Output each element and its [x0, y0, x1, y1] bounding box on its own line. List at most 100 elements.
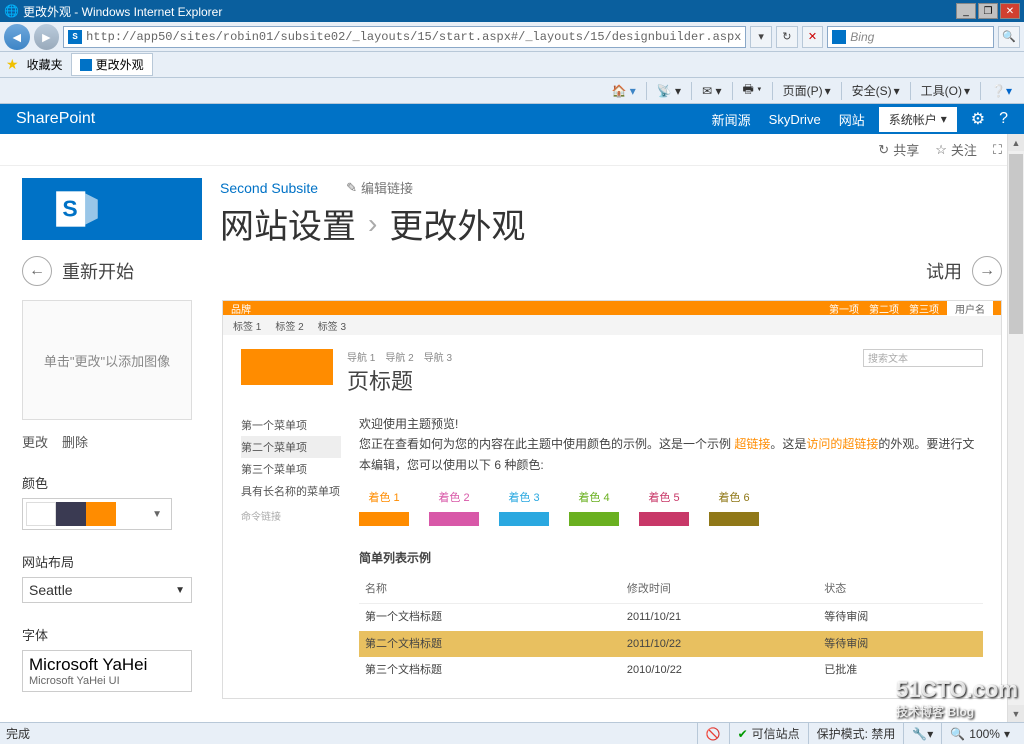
home-button[interactable]: 🏠 ▾ [605, 82, 641, 100]
feeds-button[interactable]: 📡 ▾ [651, 82, 687, 100]
status-protected: 保护模式: 禁用 [808, 723, 904, 744]
sharepoint-brand[interactable]: SharePoint [16, 110, 95, 128]
image-delete-link[interactable]: 删除 [62, 432, 88, 451]
preview-topbar: 品牌 第一项 第二项 第三项 用户名 [223, 301, 1001, 315]
restart-back-button[interactable]: ← [22, 256, 52, 286]
gear-icon[interactable]: ⚙ [971, 109, 985, 129]
sharepoint-ribbon: SharePoint 新闻源 SkyDrive 网站 系统帐户 ▾ ⚙ ? [0, 104, 1024, 134]
background-image-picker[interactable]: 单击"更改"以添加图像 [22, 300, 192, 420]
browser-tab[interactable]: 更改外观 [71, 53, 153, 76]
url-field[interactable]: S http://app50/sites/robin01/subsite02/_… [63, 26, 746, 48]
table-row: 第三个文档标题2010/10/22已批准 [359, 657, 983, 684]
table-row: 第二个文档标题2011/10/22等待审阅 [359, 631, 983, 658]
image-change-link[interactable]: 更改 [22, 432, 48, 451]
sharepoint-logo-icon: S [52, 183, 104, 235]
tools-menu[interactable]: 工具(O) ▾ [915, 80, 976, 101]
vertical-scrollbar[interactable]: ▲ ▼ [1007, 134, 1024, 722]
help-button[interactable]: ❔▾ [985, 82, 1018, 100]
status-done: 完成 [6, 725, 30, 742]
ie-favorites-bar: ★ 收藏夹 更改外观 [0, 52, 1024, 78]
color-palette-picker[interactable]: ▼ [22, 498, 172, 530]
nav-skydrive[interactable]: SkyDrive [769, 112, 821, 127]
favorites-star-icon[interactable]: ★ [6, 56, 19, 73]
svg-text:S: S [62, 195, 77, 221]
tryit-label[interactable]: 试用 [926, 258, 962, 284]
preview-content: 欢迎使用主题预览! 您正在查看如何为您的内容在此主题中使用颜色的示例。这是一个示… [359, 414, 983, 684]
minimize-button[interactable]: _ [956, 3, 976, 19]
tab-favicon-icon [80, 59, 92, 71]
tryit-forward-button[interactable]: → [972, 256, 1002, 286]
preview-swatch: 着色 1 [359, 489, 409, 526]
preview-swatch: 着色 2 [429, 489, 479, 526]
layout-select[interactable]: Seattle▼ [22, 577, 192, 603]
preview-tabs: 标签 1 标签 2 标签 3 [223, 315, 1001, 335]
mail-button[interactable]: ✉ ▾ [696, 82, 727, 100]
chevron-right-icon: › [368, 208, 377, 240]
font-label: 字体 [22, 625, 202, 644]
preview-swatch: 着色 4 [569, 489, 619, 526]
design-options-panel: 单击"更改"以添加图像 更改 删除 颜色 ▼ 网站布局 Seattle▼ 字体 … [22, 300, 202, 699]
nav-newsfeed[interactable]: 新闻源 [712, 110, 751, 129]
account-menu[interactable]: 系统帐户 ▾ [879, 107, 957, 132]
sharepoint-favicon-icon: S [68, 30, 82, 44]
edit-links[interactable]: ✎编辑链接 [346, 178, 413, 197]
font-select[interactable]: Microsoft YaHei Microsoft YaHei UI [22, 650, 192, 692]
search-button[interactable]: 🔍 [998, 26, 1020, 48]
chevron-down-icon: ▼ [175, 585, 185, 596]
preview-swatch: 着色 5 [639, 489, 689, 526]
preview-page-title: 页标题 [347, 364, 452, 396]
page-menu[interactable]: 页面(P) ▾ [777, 80, 837, 101]
preview-swatch: 着色 6 [709, 489, 759, 526]
theme-preview-pane: 品牌 第一项 第二项 第三项 用户名 标签 1 标签 2 标签 3 导航 1导航… [222, 300, 1002, 699]
status-popup[interactable]: 🚫 [697, 723, 729, 744]
ie-status-bar: 完成 🚫 ✔可信站点 保护模式: 禁用 🔧▾ 🔍100% ▾ [0, 722, 1024, 744]
help-icon[interactable]: ? [999, 110, 1008, 128]
preview-breadcrumb: 导航 1导航 2导航 3 [347, 349, 452, 364]
table-row: 第一个文档标题2011/10/21等待审阅 [359, 603, 983, 630]
back-button[interactable]: ◄ [4, 24, 30, 50]
ie-command-bar: 🏠 ▾ 📡 ▾ ✉ ▾ 🖶 ▾ 页面(P) ▾ 安全(S) ▾ 工具(O) ▾ … [0, 78, 1024, 104]
restart-label[interactable]: 重新开始 [62, 258, 134, 284]
forward-button[interactable]: ► [34, 24, 60, 50]
site-logo[interactable]: S [22, 178, 202, 240]
chevron-down-icon: ▼ [116, 509, 168, 520]
ie-address-bar: ◄ ► S http://app50/sites/robin01/subsite… [0, 22, 1024, 52]
site-logo-area: S [22, 178, 202, 248]
status-compat[interactable]: 🔧▾ [903, 723, 941, 744]
status-zoom[interactable]: 🔍100% ▾ [941, 723, 1018, 744]
breadcrumb-subsite[interactable]: Second Subsite [220, 180, 318, 196]
design-builder-main: 单击"更改"以添加图像 更改 删除 颜色 ▼ 网站布局 Seattle▼ 字体 … [0, 300, 1024, 699]
layout-label: 网站布局 [22, 552, 202, 571]
preview-swatch: 着色 3 [499, 489, 549, 526]
scroll-up-icon[interactable]: ▲ [1008, 134, 1024, 151]
share-button[interactable]: ↻共享 [878, 140, 919, 159]
page-title: 网站设置 › 更改外观 [220, 199, 1006, 248]
preview-logo [241, 349, 333, 385]
print-button[interactable]: 🖶 ▾ [737, 78, 768, 103]
stop-button[interactable]: ✕ [802, 26, 824, 48]
fullscreen-button[interactable]: ⛶ [993, 142, 1002, 158]
share-icon: ↻ [878, 142, 889, 158]
wizard-nav: ← 重新开始 试用 → [0, 248, 1024, 300]
status-trusted[interactable]: ✔可信站点 [729, 723, 808, 744]
color-swatch-3 [86, 502, 116, 526]
bing-icon [832, 30, 846, 44]
page-actions: ↻共享 ☆关注 ⛶ [0, 134, 1024, 166]
scrollbar-thumb[interactable] [1009, 154, 1023, 334]
nav-sites[interactable]: 网站 [839, 110, 865, 129]
color-label: 颜色 [22, 473, 202, 492]
ie-favicon: 🌐 [4, 4, 19, 18]
favorites-label[interactable]: 收藏夹 [27, 56, 63, 73]
follow-button[interactable]: ☆关注 [935, 140, 977, 159]
url-dropdown[interactable]: ▾ [750, 26, 772, 48]
scroll-down-icon[interactable]: ▼ [1008, 705, 1024, 722]
window-title: 更改外观 - Windows Internet Explorer [23, 3, 222, 20]
maximize-button[interactable]: ❐ [978, 3, 998, 19]
refresh-button[interactable]: ↻ [776, 26, 798, 48]
safety-menu[interactable]: 安全(S) ▾ [846, 80, 906, 101]
preview-leftnav: 第一个菜单项 第二个菜单项 第三个菜单项 具有长名称的菜单项 命令链接 [241, 414, 341, 684]
close-button[interactable]: ✕ [1000, 3, 1020, 19]
search-box[interactable]: Bing [827, 26, 994, 48]
star-icon: ☆ [935, 142, 947, 158]
pencil-icon: ✎ [346, 180, 357, 196]
